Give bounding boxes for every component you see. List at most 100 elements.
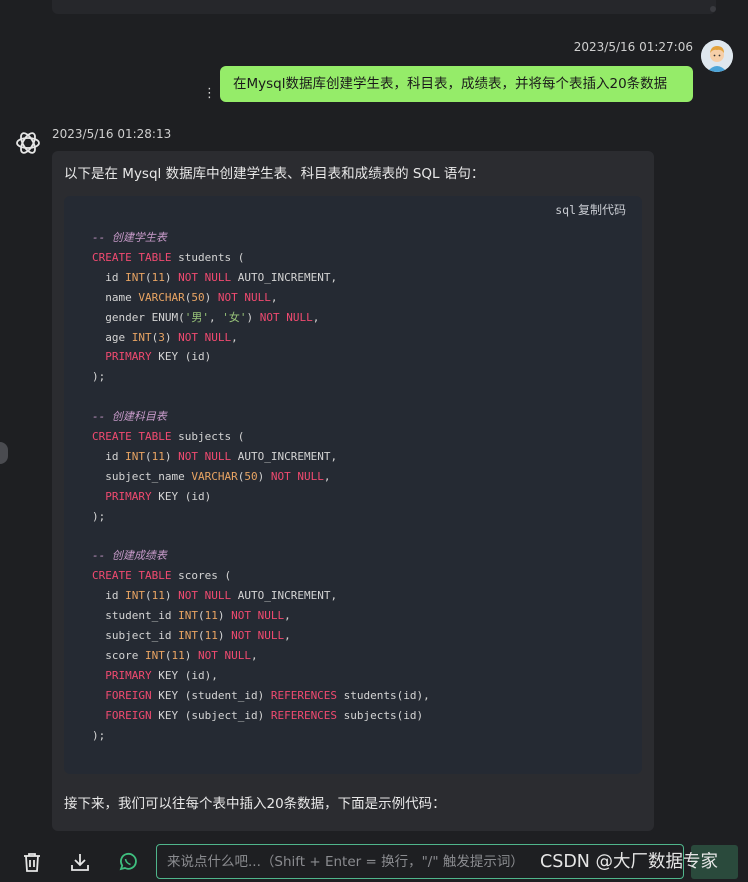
code-token: (: [197, 629, 205, 642]
code-token: PRIMARY: [105, 489, 152, 503]
code-token: ): [257, 469, 271, 483]
code-token: NULL: [257, 609, 285, 623]
code-token: NULL: [204, 589, 232, 603]
code-token: PRIMARY: [105, 350, 152, 364]
code-token: NOT: [197, 648, 218, 662]
code-token: -- 创建学生表: [92, 231, 167, 244]
code-token: INT: [144, 648, 165, 662]
code-token: VARCHAR: [191, 469, 238, 483]
scroll-dot: [710, 6, 716, 12]
bot-outro-text: 接下来，我们可以往每个表中插入20条数据，下面是示例代码：: [64, 796, 446, 812]
code-token: subjects (: [171, 430, 245, 443]
trash-icon[interactable]: [20, 850, 44, 874]
code-line: id INT(11) NOT NULL AUTO_INCREMENT,: [92, 269, 337, 287]
code-token: CREATE: [92, 569, 132, 583]
code-token: ,: [284, 629, 291, 642]
code-token: subject_name: [92, 469, 192, 483]
code-token: );: [92, 509, 106, 523]
code-token: (: [145, 589, 152, 603]
code-token: ): [164, 589, 179, 603]
sidebar-toggle-handle[interactable]: [0, 442, 8, 464]
code-token: ,: [250, 648, 258, 662]
whatsapp-icon[interactable]: [116, 850, 140, 874]
code-token: ,: [208, 310, 223, 324]
code-token: subject_id: [92, 629, 179, 642]
user-avatar: [701, 40, 733, 72]
code-token: NOT: [178, 270, 198, 284]
code-token: INT: [125, 449, 145, 463]
code-token: 11: [151, 449, 165, 463]
code-line: score INT(11) NOT NULL,: [92, 647, 258, 665]
code-token: (: [145, 270, 152, 284]
code-line: FOREIGN KEY (subject_id) REFERENCES subj…: [92, 707, 423, 725]
code-line: gender ENUM('男', '女') NOT NULL,: [92, 309, 319, 327]
code-token: KEY (student_id): [151, 688, 271, 702]
code-token: REFERENCES: [270, 688, 338, 702]
code-token: students (: [171, 250, 245, 264]
code-block: sql 复制代码 -- 创建学生表 CREATE TABLE students (…: [64, 196, 642, 774]
code-token: AUTO_INCREMENT,: [231, 449, 338, 463]
code-token: ,: [284, 609, 291, 623]
code-token: KEY (subject_id): [151, 708, 271, 722]
code-token: ): [217, 629, 232, 642]
code-line: );: [92, 368, 105, 386]
code-token: score: [92, 648, 145, 662]
code-token: ): [246, 310, 260, 324]
code-line: PRIMARY KEY (id),: [92, 667, 218, 685]
code-token: KEY (id): [151, 489, 212, 503]
code-token: 11: [151, 589, 165, 603]
code-token: id: [92, 589, 126, 603]
code-token: CREATE: [92, 250, 132, 264]
code-line: );: [92, 508, 105, 526]
code-token: FOREIGN: [105, 708, 152, 722]
code-token: ): [184, 648, 198, 662]
user-message-time: 2023/5/16 01:27:06: [573, 40, 693, 54]
code-token: (: [197, 609, 205, 623]
code-token: TABLE: [138, 430, 172, 443]
code-token: NULL: [204, 270, 232, 284]
code-line: subject_name VARCHAR(50) NOT NULL,: [92, 468, 330, 486]
code-token: NULL: [286, 310, 313, 324]
code-token: ,: [312, 310, 320, 324]
code-token: TABLE: [138, 250, 172, 264]
code-line: -- 创建学生表: [92, 229, 167, 247]
user-message-bubble: 在Mysql数据库创建学生表，科目表，成绩表，并将每个表插入20条数据: [220, 66, 693, 102]
code-token: ): [164, 270, 179, 284]
code-language-label: sql: [555, 203, 576, 217]
bottom-toolbar: CSDN @大厂数据专家: [0, 838, 748, 882]
code-token: INT: [125, 270, 145, 284]
code-token: 11: [171, 648, 185, 662]
code-token: AUTO_INCREMENT,: [231, 270, 338, 284]
code-token: NULL: [257, 629, 285, 642]
copy-code-button[interactable]: 复制代码: [578, 201, 626, 218]
code-token: ): [204, 290, 218, 304]
code-token: ,: [231, 330, 238, 344]
code-token: ): [217, 609, 232, 623]
bot-message-time: 2023/5/16 01:28:13: [52, 127, 172, 141]
openai-logo-icon: [14, 129, 42, 157]
code-line: -- 创建成绩表: [92, 547, 167, 565]
code-token: );: [92, 370, 106, 384]
previous-message-card: [52, 0, 716, 14]
more-options-icon[interactable]: ⋮: [203, 86, 216, 102]
code-token: ): [164, 330, 179, 344]
code-token: ,: [323, 469, 331, 483]
code-line: PRIMARY KEY (id): [92, 488, 211, 506]
code-token: age: [92, 330, 132, 344]
code-token: -- 创建科目表: [92, 410, 167, 424]
watermark-text: CSDN @大厂数据专家: [540, 852, 718, 872]
code-token: NOT: [217, 290, 238, 304]
code-token: 50: [191, 290, 205, 304]
code-token: subjects(id): [337, 708, 424, 722]
code-line: age INT(3) NOT NULL,: [92, 329, 238, 347]
download-icon[interactable]: [68, 850, 92, 874]
code-token: scores (: [171, 569, 232, 583]
code-token: NOT: [178, 589, 198, 603]
code-line: -- 创建科目表: [92, 408, 167, 426]
code-token: (: [145, 449, 152, 463]
